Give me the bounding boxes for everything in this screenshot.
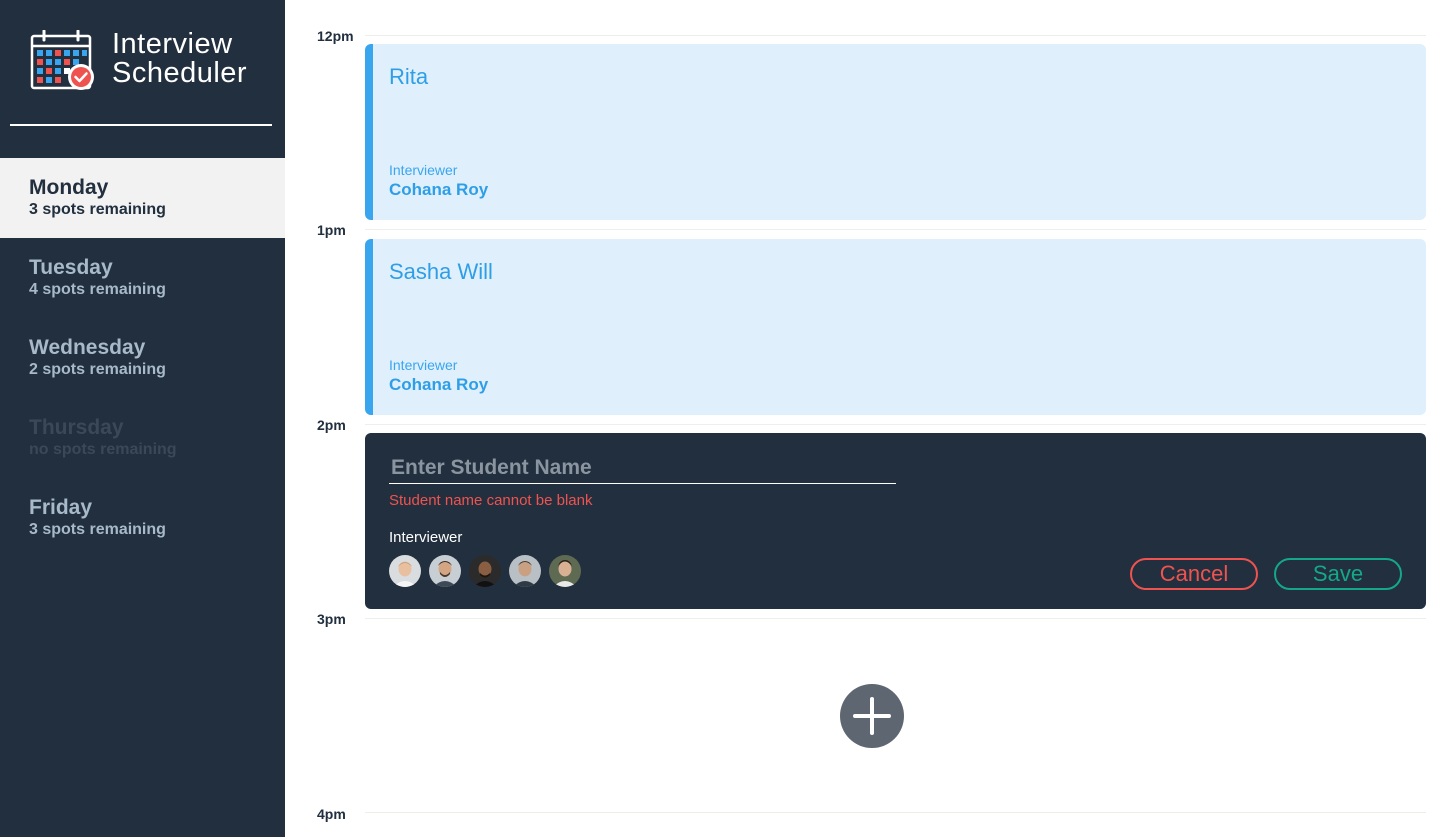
day-name: Wednesday (29, 336, 146, 359)
appointment-interviewer-name: Cohana Roy (389, 180, 489, 199)
day-item-monday[interactable]: Monday 3 spots remaining (0, 158, 285, 238)
appointment-interviewer-label: Interviewer (389, 357, 458, 373)
avatar-photo (549, 555, 581, 587)
slot-divider (365, 618, 1426, 619)
interviewer-avatar[interactable] (469, 555, 501, 587)
interviewer-avatar[interactable] (389, 555, 421, 587)
day-item-tuesday[interactable]: Tuesday 4 spots remaining (0, 238, 285, 318)
day-name: Thursday (29, 416, 124, 439)
appointment-card[interactable]: Rita Interviewer Cohana Roy (365, 44, 1426, 220)
interviewer-avatar[interactable] (549, 555, 581, 587)
appointment-interviewer-label: Interviewer (389, 162, 458, 178)
day-name: Monday (29, 176, 109, 199)
plus-icon (853, 697, 891, 735)
avatar-photo (509, 555, 541, 587)
day-spots: 4 spots remaining (29, 281, 166, 298)
brand: Interview Scheduler (30, 30, 270, 92)
appointment-student: Rita (389, 64, 429, 89)
avatar-photo (469, 555, 501, 587)
app-title-line1: Interview (112, 28, 233, 60)
schedule: 12pm Rita Interviewer Cohana Roy 1pm Sas… (285, 0, 1455, 837)
day-name: Friday (29, 496, 93, 519)
day-item-friday[interactable]: Friday 3 spots remaining (0, 478, 285, 558)
day-name: Tuesday (29, 256, 113, 279)
app-title-line2: Scheduler (112, 57, 248, 89)
slot-divider (365, 812, 1426, 813)
validation-error: Student name cannot be blank (389, 492, 593, 509)
slot-divider (365, 229, 1426, 230)
day-spots: no spots remaining (29, 441, 177, 458)
sidebar: Interview Scheduler Monday 3 spots remai… (0, 0, 285, 837)
time-label: 2pm (317, 417, 346, 433)
day-item-thursday[interactable]: Thursday no spots remaining (0, 398, 285, 478)
avatar-photo (389, 555, 421, 587)
appointment-interviewer-name: Cohana Roy (389, 375, 489, 394)
slot-divider (365, 424, 1426, 425)
appointment-card[interactable]: Sasha Will Interviewer Cohana Roy (365, 239, 1426, 415)
add-appointment-button[interactable] (840, 684, 904, 748)
time-label: 12pm (317, 28, 354, 44)
interviewer-avatar[interactable] (429, 555, 461, 587)
day-spots: 3 spots remaining (29, 201, 166, 218)
day-item-wednesday[interactable]: Wednesday 2 spots remaining (0, 318, 285, 398)
save-button[interactable]: Save (1274, 558, 1402, 590)
interviewer-list-label: Interviewer (389, 529, 463, 546)
student-name-input[interactable] (389, 453, 896, 484)
cancel-button[interactable]: Cancel (1130, 558, 1258, 590)
sidebar-divider (10, 124, 272, 126)
time-label: 4pm (317, 806, 346, 822)
avatar-photo (429, 555, 461, 587)
time-label: 1pm (317, 222, 346, 238)
slot-divider (365, 35, 1426, 36)
appointment-student: Sasha Will (389, 259, 493, 284)
app-title: Interview Scheduler (112, 30, 247, 88)
time-label: 3pm (317, 611, 346, 627)
day-spots: 2 spots remaining (29, 361, 166, 378)
day-spots: 3 spots remaining (29, 521, 166, 538)
calendar-check-icon (30, 30, 94, 90)
appointment-form: Student name cannot be blank Interviewer (365, 433, 1426, 609)
day-list: Monday 3 spots remaining Tuesday 4 spots… (0, 158, 285, 558)
interviewer-avatar[interactable] (509, 555, 541, 587)
